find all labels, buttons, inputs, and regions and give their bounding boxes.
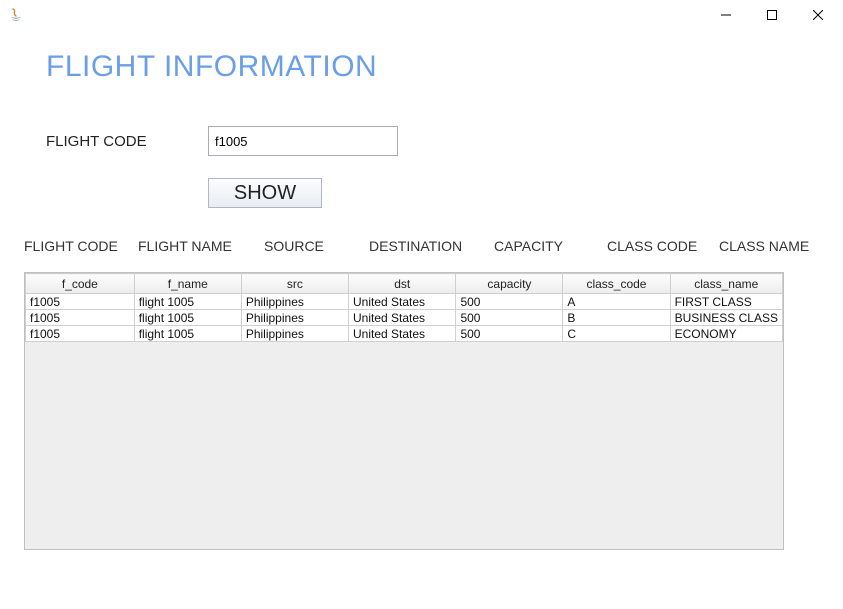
flight-code-label: FLIGHT CODE — [46, 133, 208, 150]
th-src[interactable]: src — [241, 274, 348, 294]
heading-flight-code: FLIGHT CODE — [24, 238, 138, 254]
cell-f-code: f1005 — [26, 326, 135, 342]
close-button[interactable] — [795, 0, 841, 30]
cell-class-code: B — [563, 310, 670, 326]
show-button-row: SHOW — [208, 178, 819, 208]
heading-capacity: CAPACITY — [494, 238, 607, 254]
cell-f-name: flight 1005 — [134, 294, 241, 310]
cell-class-code: C — [563, 326, 670, 342]
heading-flight-name: FLIGHT NAME — [138, 238, 264, 254]
heading-class-code: CLASS CODE — [607, 238, 719, 254]
titlebar-left — [8, 7, 24, 23]
java-icon — [8, 7, 24, 23]
column-headings-row: FLIGHT CODE FLIGHT NAME SOURCE DESTINATI… — [24, 238, 819, 254]
table-container[interactable]: f_code f_name src dst capacity class_cod… — [24, 272, 784, 550]
show-button[interactable]: SHOW — [208, 178, 322, 208]
th-class-code[interactable]: class_code — [563, 274, 670, 294]
cell-f-code: f1005 — [26, 294, 135, 310]
content-area: FLIGHT INFORMATION FLIGHT CODE SHOW FLIG… — [0, 30, 843, 550]
window-titlebar — [0, 0, 843, 30]
maximize-button[interactable] — [749, 0, 795, 30]
flight-table: f_code f_name src dst capacity class_cod… — [25, 273, 783, 342]
cell-class-code: A — [563, 294, 670, 310]
cell-f-name: flight 1005 — [134, 326, 241, 342]
heading-source: SOURCE — [264, 238, 369, 254]
table-row[interactable]: f1005 flight 1005 Philippines United Sta… — [26, 310, 783, 326]
page-title: FLIGHT INFORMATION — [46, 50, 819, 84]
heading-destination: DESTINATION — [369, 238, 494, 254]
cell-src: Philippines — [241, 326, 348, 342]
cell-f-code: f1005 — [26, 310, 135, 326]
heading-class-name: CLASS NAME — [719, 238, 819, 254]
flight-code-input[interactable] — [208, 126, 398, 156]
table-row[interactable]: f1005 flight 1005 Philippines United Sta… — [26, 294, 783, 310]
cell-dst: United States — [349, 326, 456, 342]
th-f-code[interactable]: f_code — [26, 274, 135, 294]
th-f-name[interactable]: f_name — [134, 274, 241, 294]
cell-capacity: 500 — [456, 294, 563, 310]
cell-src: Philippines — [241, 310, 348, 326]
th-capacity[interactable]: capacity — [456, 274, 563, 294]
cell-class-name: BUSINESS CLASS — [670, 310, 782, 326]
table-row[interactable]: f1005 flight 1005 Philippines United Sta… — [26, 326, 783, 342]
cell-f-name: flight 1005 — [134, 310, 241, 326]
cell-src: Philippines — [241, 294, 348, 310]
cell-dst: United States — [349, 294, 456, 310]
cell-capacity: 500 — [456, 310, 563, 326]
table-header-row: f_code f_name src dst capacity class_cod… — [26, 274, 783, 294]
cell-class-name: ECONOMY — [670, 326, 782, 342]
cell-dst: United States — [349, 310, 456, 326]
minimize-button[interactable] — [703, 0, 749, 30]
cell-class-name: FIRST CLASS — [670, 294, 782, 310]
window-controls — [703, 0, 841, 30]
flight-code-row: FLIGHT CODE — [46, 126, 819, 156]
th-class-name[interactable]: class_name — [670, 274, 782, 294]
th-dst[interactable]: dst — [349, 274, 456, 294]
cell-capacity: 500 — [456, 326, 563, 342]
